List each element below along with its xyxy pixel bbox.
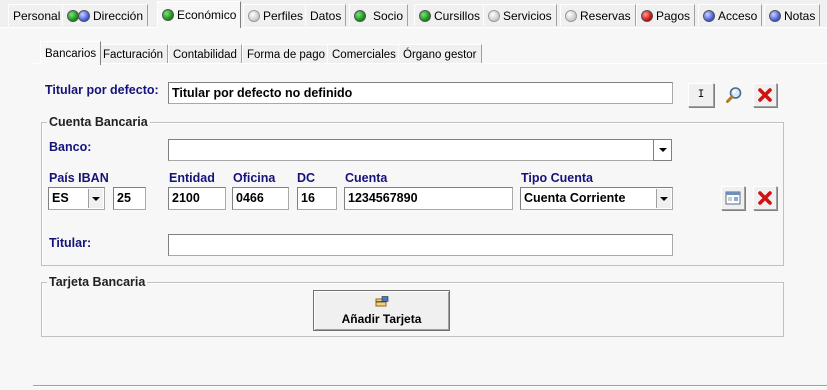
card-details-button[interactable] — [721, 186, 745, 210]
magnifier-icon — [726, 87, 742, 103]
tab-servicios[interactable]: Servicios — [483, 4, 557, 26]
pais-value: ES — [52, 191, 69, 205]
button-label: I — [697, 89, 705, 101]
status-grey-icon — [248, 9, 260, 22]
tab-label: Socio — [373, 8, 404, 23]
chevron-down-icon — [660, 196, 668, 201]
tab-cursillos[interactable]: Cursillos — [414, 4, 486, 26]
tab-reservas[interactable]: Reservas — [560, 4, 636, 26]
subtab-forma-de-pago[interactable]: Forma de pago — [242, 44, 330, 64]
chevron-down-icon — [92, 196, 100, 201]
subtab-contabilidad[interactable]: Contabilidad — [168, 44, 242, 64]
tab-label: Económico — [177, 8, 237, 22]
tipo-cuenta-select[interactable]: Cuenta Corriente — [520, 187, 673, 210]
subtab-label: Comerciales — [332, 48, 396, 61]
tab-label: Acceso — [718, 8, 758, 23]
delete-cuenta-button[interactable] — [753, 186, 777, 210]
status-green-icon — [419, 9, 431, 22]
tab-label: Personal — [13, 8, 61, 23]
status-green-icon — [162, 9, 174, 21]
tab-acceso[interactable]: Acceso — [698, 4, 763, 26]
status-green-icon — [354, 9, 366, 22]
entidad-field[interactable]: 2100 — [168, 187, 226, 210]
pais-iban-label: País IBAN — [49, 171, 109, 185]
status-grey-icon — [565, 9, 577, 22]
tab-socio[interactable]: Socio — [349, 4, 409, 26]
delete-x-icon — [758, 191, 772, 205]
subtab-bancarios[interactable]: Bancarios — [40, 41, 102, 65]
status-grey-icon — [488, 9, 500, 22]
tarjeta-bancaria-title: Tarjeta Bancaria — [47, 275, 148, 289]
main-tab-strip: Personal Dirección Económico Perfiles Da… — [0, 0, 827, 28]
subtab-organo-gestor[interactable]: Órgano gestor — [398, 44, 482, 64]
titular-defecto-field[interactable]: Titular por defecto no definido — [168, 82, 673, 104]
search-button[interactable] — [722, 83, 746, 107]
chevron-down-icon — [658, 148, 667, 152]
tab-label: Reservas — [580, 8, 631, 23]
tab-notas[interactable]: Notas — [764, 4, 821, 26]
cuenta-field[interactable]: 1234567890 — [344, 187, 513, 210]
tab-personal[interactable]: Personal — [8, 4, 66, 26]
tab-direccion[interactable]: Dirección — [62, 4, 149, 26]
titular-defecto-label: Titular por defecto: — [45, 83, 159, 97]
clear-titular-button[interactable] — [753, 83, 777, 107]
subtab-label: Forma de pago — [247, 48, 325, 61]
tab-label: Notas — [784, 8, 816, 23]
tab-pagos[interactable]: Pagos — [636, 4, 696, 26]
add-card-button[interactable]: Añadir Tarjeta — [313, 290, 450, 331]
oficina-label: Oficina — [233, 171, 276, 185]
entidad-label: Entidad — [169, 171, 215, 185]
tab-label: Datos — [310, 8, 342, 23]
subtab-facturacion[interactable]: Facturación — [98, 44, 169, 64]
banco-label: Banco: — [49, 140, 92, 154]
tab-perfiles[interactable]: Perfiles — [243, 4, 309, 26]
titular-label: Titular: — [49, 236, 92, 250]
tab-label: Pagos — [656, 8, 691, 23]
tipo-cuenta-label: Tipo Cuenta — [521, 171, 593, 185]
subtab-label: Bancarios — [45, 47, 97, 60]
tab-datos[interactable]: Datos — [305, 4, 347, 26]
status-red-icon — [641, 9, 653, 22]
banco-dropdown-button[interactable] — [653, 139, 672, 161]
cuenta-bancaria-title: Cuenta Bancaria — [47, 115, 150, 129]
pais-dropdown-button[interactable] — [88, 189, 103, 208]
status-blue-icon — [78, 9, 90, 22]
subtab-label: Contabilidad — [173, 48, 237, 61]
dc-field[interactable]: 16 — [297, 187, 337, 210]
subtab-comerciales[interactable]: Comerciales — [327, 44, 401, 64]
subtab-label: Órgano gestor — [403, 48, 477, 61]
status-blue-icon — [703, 9, 715, 22]
subtab-label: Facturación — [103, 48, 164, 61]
oficina-field[interactable]: 0466 — [232, 187, 289, 210]
panel-bottom-border — [33, 385, 827, 387]
tab-economico[interactable]: Económico — [157, 1, 242, 28]
delete-x-icon — [758, 88, 772, 102]
titular-cursor-button[interactable]: I — [688, 83, 714, 107]
add-card-label: Añadir Tarjeta — [341, 311, 422, 326]
tab-label: Dirección — [93, 8, 144, 23]
titular-field[interactable] — [168, 234, 673, 256]
tab-label: Perfiles — [263, 8, 304, 23]
iban-check-field[interactable]: 25 — [113, 187, 146, 210]
card-add-icon — [375, 295, 388, 306]
status-blue-icon — [769, 9, 781, 22]
tipo-cuenta-value: Cuenta Corriente — [524, 191, 626, 205]
cuenta-label: Cuenta — [345, 171, 388, 185]
dc-label: DC — [297, 171, 316, 185]
tab-label: Cursillos — [434, 8, 481, 23]
banco-select[interactable] — [168, 139, 672, 161]
tab-label: Servicios — [503, 8, 552, 23]
card-window-icon — [725, 191, 741, 205]
tipo-cuenta-dropdown-button[interactable] — [656, 189, 671, 208]
pais-select[interactable]: ES — [48, 187, 105, 210]
